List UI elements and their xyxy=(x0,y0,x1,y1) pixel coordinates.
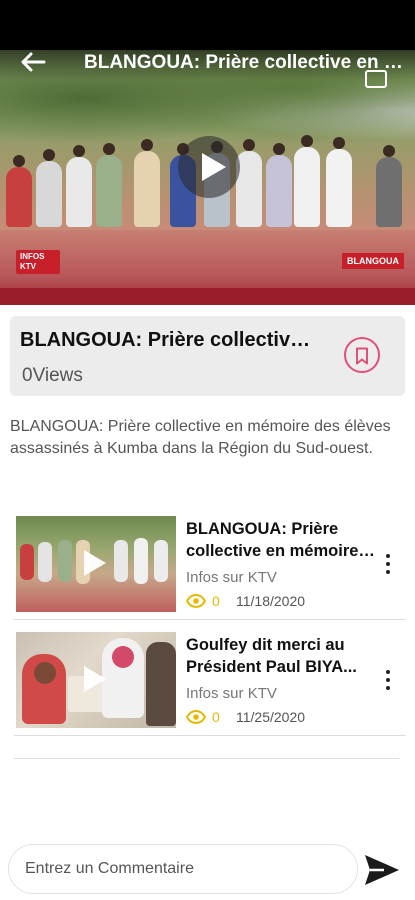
related-video-title-text: BLANGOUA: Prière collective en mémoire d… xyxy=(186,520,359,560)
related-video-source: Infos sur KTV xyxy=(186,569,277,586)
video-figure xyxy=(266,143,292,227)
comment-input[interactable] xyxy=(8,844,358,894)
video-figure xyxy=(6,155,32,227)
video-thumbnail[interactable] xyxy=(16,516,176,612)
play-icon xyxy=(84,550,106,576)
video-figure xyxy=(376,145,402,227)
video-location-tag: BLANGOUA xyxy=(342,253,404,269)
video-figure xyxy=(66,145,92,227)
related-video-date: 11/25/2020 xyxy=(236,709,306,725)
video-figure xyxy=(326,137,352,227)
related-video-item[interactable]: Goulfey dit merci au Président Paul BIYA… xyxy=(14,632,406,736)
video-info-card: BLANGOUA: Prière collective en mémoire d… xyxy=(10,316,405,396)
related-video-date: 11/18/2020 xyxy=(236,593,306,609)
video-description: BLANGOUA: Prière collective en mémoire d… xyxy=(10,418,391,457)
player-title: BLANGOUA: Prière collective en mémoire d… xyxy=(84,52,404,73)
related-video-title-text: Goulfey dit merci au Président Paul BIYA… xyxy=(186,636,357,676)
back-button[interactable] xyxy=(20,52,48,74)
video-views: 0Views xyxy=(22,365,83,386)
video-figure xyxy=(96,143,122,227)
related-video-source: Infos sur KTV xyxy=(186,685,277,702)
eye-icon xyxy=(186,594,206,608)
play-icon[interactable] xyxy=(178,136,240,198)
related-video-views: 0 xyxy=(212,709,220,725)
video-title: BLANGOUA: Prière collective en mémoire d… xyxy=(20,329,320,351)
list-divider xyxy=(14,758,399,759)
video-player[interactable]: INFOS KTV BLANGOUA xyxy=(0,50,415,305)
status-bar xyxy=(0,0,415,50)
play-icon xyxy=(84,666,106,692)
send-button[interactable] xyxy=(362,852,402,888)
related-video-title[interactable]: Goulfey dit merci au Président Paul BIYA… xyxy=(186,634,376,678)
related-video-title[interactable]: BLANGOUA: Prière collective en mémoire d… xyxy=(186,518,376,562)
video-figure xyxy=(36,149,62,227)
ktv-logo: INFOS KTV xyxy=(16,250,60,274)
more-vertical-icon[interactable] xyxy=(382,668,394,692)
video-lower-strip xyxy=(0,288,415,305)
video-figure xyxy=(294,135,320,227)
more-vertical-icon[interactable] xyxy=(382,552,394,576)
eye-icon xyxy=(186,710,206,724)
arrow-left-icon xyxy=(21,52,46,72)
bookmark-button[interactable] xyxy=(344,337,380,373)
bookmark-icon xyxy=(356,347,368,365)
video-detail-screen: INFOS KTV BLANGOUA BLANGOUA: Prière coll… xyxy=(0,0,415,900)
related-video-views: 0 xyxy=(212,593,220,609)
video-figure xyxy=(134,139,160,227)
video-figure xyxy=(236,139,262,227)
related-video-item[interactable]: BLANGOUA: Prière collective en mémoire d… xyxy=(14,516,406,620)
video-thumbnail[interactable] xyxy=(16,632,176,728)
send-icon xyxy=(365,855,399,885)
